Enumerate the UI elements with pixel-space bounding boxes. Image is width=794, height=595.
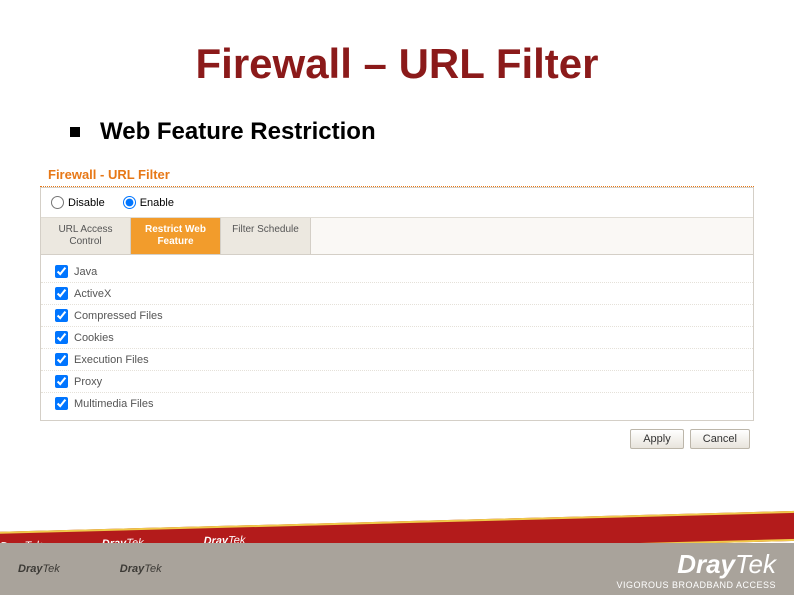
tab-restrict-web[interactable]: Restrict Web Feature: [131, 218, 221, 254]
apply-button[interactable]: Apply: [630, 429, 684, 449]
check-java-box[interactable]: [55, 265, 68, 278]
check-multimedia-label: Multimedia Files: [74, 398, 153, 410]
footer-logo-4: DrayTek: [18, 563, 60, 575]
footer-gray-left: DrayTek DrayTek: [18, 563, 162, 575]
footer-brand: DrayTek VIGOROUS BROADBAND ACCESS: [616, 549, 776, 590]
check-compressed-label: Compressed Files: [74, 310, 163, 322]
check-cookies-label: Cookies: [74, 332, 114, 344]
cancel-button[interactable]: Cancel: [690, 429, 750, 449]
check-proxy-label: Proxy: [74, 376, 102, 388]
check-activex-label: ActiveX: [74, 288, 111, 300]
radio-enable[interactable]: Enable: [123, 196, 174, 209]
brand-tagline: VIGOROUS BROADBAND ACCESS: [616, 580, 776, 590]
check-java-label: Java: [74, 266, 97, 278]
footer: DrayTek DrayTek DrayTek DrayTek DrayTek …: [0, 510, 794, 595]
button-row: Apply Cancel: [40, 421, 754, 457]
check-java: Java: [41, 261, 753, 283]
brand-logo: DrayTek: [616, 549, 776, 580]
check-execution-label: Execution Files: [74, 354, 149, 366]
tab-bar: URL Access Control Restrict Web Feature …: [41, 218, 753, 255]
check-compressed-box[interactable]: [55, 309, 68, 322]
check-compressed: Compressed Files: [41, 305, 753, 327]
check-proxy-box[interactable]: [55, 375, 68, 388]
panel-body: Disable Enable URL Access Control Restri…: [40, 187, 754, 421]
footer-logo-5: DrayTek: [120, 563, 162, 575]
subtitle-row: Web Feature Restriction: [0, 118, 794, 146]
check-execution: Execution Files: [41, 349, 753, 371]
radio-disable-input[interactable]: [51, 196, 64, 209]
radio-enable-input[interactable]: [123, 196, 136, 209]
check-activex: ActiveX: [41, 283, 753, 305]
radio-disable[interactable]: Disable: [51, 196, 105, 209]
firewall-panel: Firewall - URL Filter Disable Enable URL…: [40, 161, 754, 457]
check-multimedia: Multimedia Files: [41, 393, 753, 414]
slide-title: Firewall – URL Filter: [0, 0, 794, 118]
check-multimedia-box[interactable]: [55, 397, 68, 410]
bullet-icon: [70, 127, 80, 137]
check-proxy: Proxy: [41, 371, 753, 393]
enable-radio-group: Disable Enable: [41, 188, 753, 218]
footer-gray-bar: DrayTek DrayTek DrayTek VIGOROUS BROADBA…: [0, 543, 794, 595]
tab-filter-schedule[interactable]: Filter Schedule: [221, 218, 311, 254]
check-activex-box[interactable]: [55, 287, 68, 300]
radio-disable-label: Disable: [68, 197, 105, 209]
check-execution-box[interactable]: [55, 353, 68, 366]
feature-checklist: Java ActiveX Compressed Files Cookies Ex…: [41, 255, 753, 420]
check-cookies-box[interactable]: [55, 331, 68, 344]
subtitle: Web Feature Restriction: [100, 118, 376, 146]
radio-enable-label: Enable: [140, 197, 174, 209]
tab-url-access[interactable]: URL Access Control: [41, 218, 131, 254]
check-cookies: Cookies: [41, 327, 753, 349]
panel-title: Firewall - URL Filter: [40, 161, 754, 187]
